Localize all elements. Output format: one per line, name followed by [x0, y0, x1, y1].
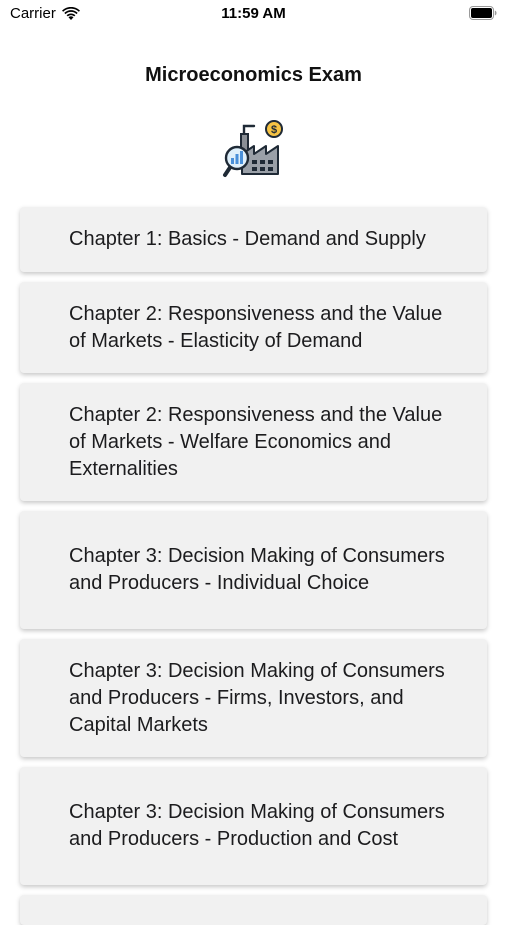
svg-text:$: $ — [271, 124, 277, 136]
chapter-label: Chapter 3: Decision Making of Consumers … — [69, 801, 445, 850]
chapter-label: Chapter 2: Responsiveness and the Value … — [69, 302, 443, 352]
chapter-label: Chapter 3: Decision Making of Consumers … — [69, 545, 445, 594]
chapter-item-6[interactable]: Chapter 3: Decision Making of Consumers … — [20, 767, 487, 885]
status-bar: Carrier 11:59 AM — [0, 0, 507, 30]
chapter-item-2[interactable]: Chapter 2: Responsiveness and the Value … — [20, 282, 487, 373]
status-time: 11:59 AM — [221, 5, 286, 22]
page-title: Microeconomics Exam — [145, 64, 362, 86]
chapter-list: Chapter 1: Basics - Demand and Supply Ch… — [20, 207, 487, 925]
battery-full-icon — [469, 6, 497, 20]
factory-economics-icon: $ — [223, 120, 283, 177]
chapter-label: Chapter 1: Basics - Demand and Supply — [69, 228, 426, 250]
chapter-label: Chapter 3: Decision Making of Consumers … — [69, 659, 445, 736]
chapter-label: Chapter 2: Responsiveness and the Value … — [69, 403, 443, 480]
chapter-item-1[interactable]: Chapter 1: Basics - Demand and Supply — [20, 207, 487, 272]
chapter-item-5[interactable]: Chapter 3: Decision Making of Consumers … — [20, 639, 487, 757]
chapter-item-3[interactable]: Chapter 2: Responsiveness and the Value … — [20, 383, 487, 501]
chapter-item-4[interactable]: Chapter 3: Decision Making of Consumers … — [20, 511, 487, 629]
